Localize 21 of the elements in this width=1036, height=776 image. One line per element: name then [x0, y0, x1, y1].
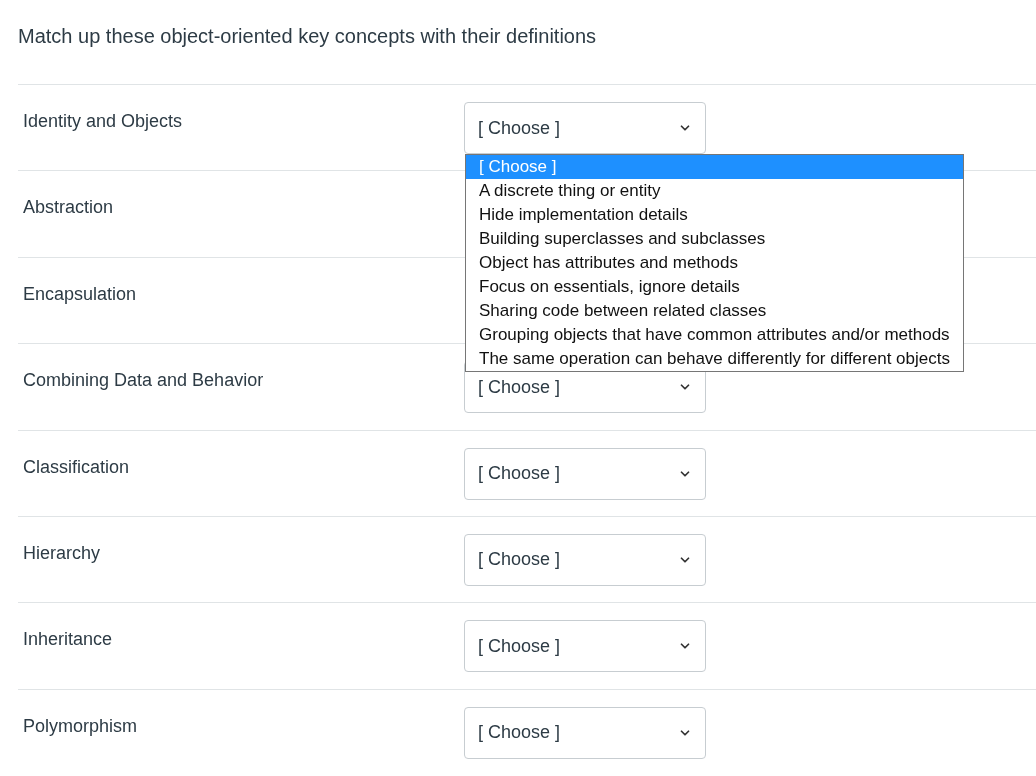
dropdown-option[interactable]: Focus on essentials, ignore details: [466, 275, 963, 299]
concept-label: Classification: [23, 456, 130, 477]
dropdown-option[interactable]: A discrete thing or entity: [466, 179, 963, 203]
concept-label: Combining Data and Behavior: [23, 370, 264, 391]
choose-select[interactable]: [ Choose ]: [464, 102, 706, 154]
dropdown-option[interactable]: Sharing code between related classes: [466, 299, 963, 323]
dropdown-option[interactable]: Object has attributes and methods: [466, 251, 963, 275]
concept-label: Hierarchy: [23, 542, 101, 563]
choose-select[interactable]: [ Choose ]: [464, 447, 706, 500]
choose-select[interactable]: [ Choose ]: [464, 706, 706, 759]
question-title: Match up these object-oriented key concepts with their definitions: [18, 24, 597, 49]
concept-label: Polymorphism: [23, 715, 138, 736]
concept-label: Inheritance: [23, 629, 113, 650]
choose-select[interactable]: [ Choose ]: [464, 620, 706, 673]
choose-select[interactable]: [ Choose ]: [464, 533, 706, 586]
concept-label: Identity and Objects: [23, 111, 183, 131]
concept-label: Abstraction: [23, 197, 114, 218]
concept-label: Encapsulation: [23, 283, 137, 304]
dropdown-option[interactable]: Building superclasses and subclasses: [466, 227, 963, 251]
dropdown-option[interactable]: Hide implementation details: [466, 203, 963, 227]
dropdown-option[interactable]: Grouping objects that have common attributes and/or methods: [466, 323, 963, 347]
